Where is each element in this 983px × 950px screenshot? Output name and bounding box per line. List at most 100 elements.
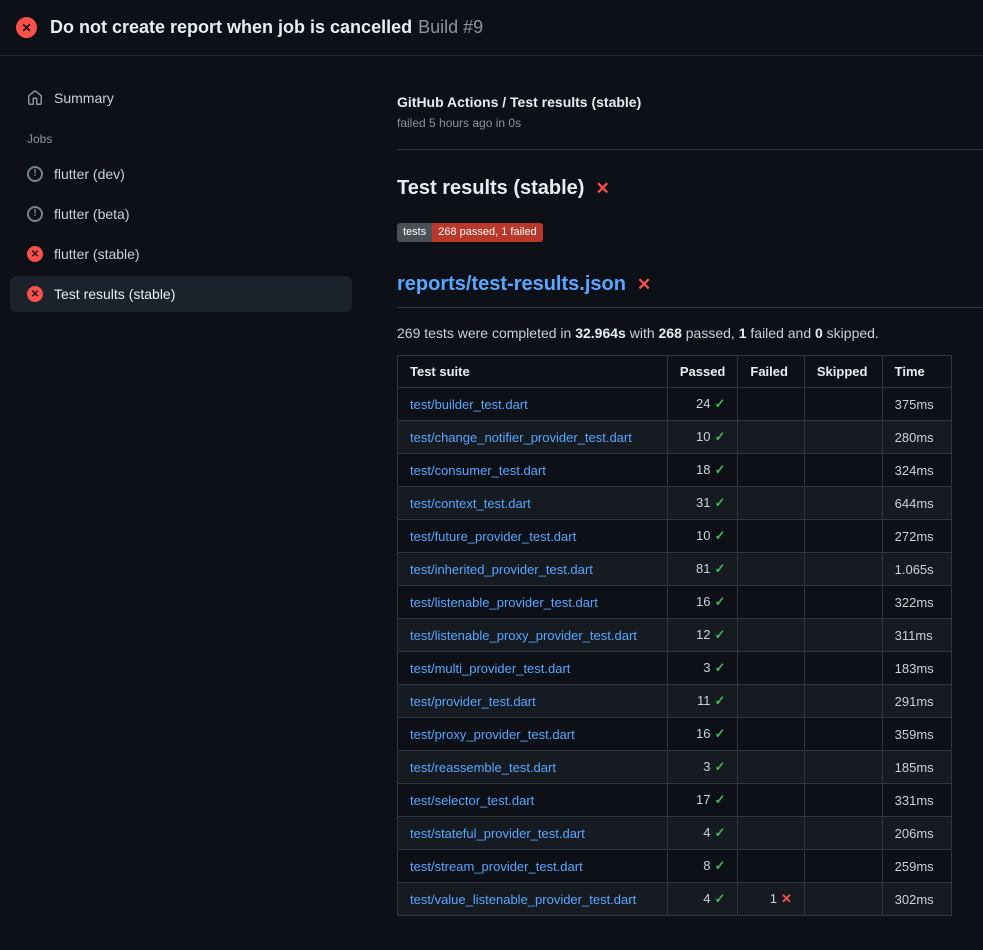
- table-row: test/context_test.dart31✓644ms: [398, 487, 952, 520]
- test-suite-link[interactable]: test/proxy_provider_test.dart: [410, 727, 575, 742]
- passed-value: 16: [696, 726, 710, 741]
- failed-cell: [738, 784, 805, 817]
- suite-cell: test/listenable_provider_test.dart: [398, 586, 668, 619]
- suite-cell: test/provider_test.dart: [398, 685, 668, 718]
- suite-cell: test/proxy_provider_test.dart: [398, 718, 668, 751]
- passed-cell: 18✓: [667, 454, 738, 487]
- col-header-passed: Passed: [667, 356, 738, 388]
- suite-cell: test/builder_test.dart: [398, 388, 668, 421]
- failed-cell: [738, 553, 805, 586]
- table-row: test/provider_test.dart 11✓ 291ms: [398, 685, 952, 718]
- job-label: flutter (dev): [54, 166, 125, 182]
- time-cell: 280ms: [882, 421, 951, 454]
- test-suite-link[interactable]: test/selector_test.dart: [410, 793, 534, 808]
- table-row: test/future_provider_test.dart10✓272ms: [398, 520, 952, 553]
- report-file-link[interactable]: reports/test-results.json: [397, 273, 626, 296]
- failed-icon: ✕: [27, 286, 43, 302]
- passed-value: 17: [696, 792, 710, 807]
- time-cell: 311ms: [882, 619, 951, 652]
- passed-value: 81: [696, 561, 710, 576]
- run-meta: failed 5 hours ago in 0s: [397, 116, 983, 130]
- test-suite-link[interactable]: test/stream_provider_test.dart: [410, 859, 583, 874]
- check-icon: ✓: [714, 825, 725, 840]
- failed-x-icon: ✕: [637, 275, 651, 295]
- skipped-cell: [804, 751, 882, 784]
- tests-badge: tests 268 passed, 1 failed: [397, 223, 543, 242]
- cross-icon: ✕: [781, 891, 792, 906]
- passed-cell: 11✓: [667, 685, 738, 718]
- test-suite-link[interactable]: test/stateful_provider_test.dart: [410, 826, 585, 841]
- sidebar-job-item[interactable]: !flutter (beta): [10, 196, 352, 232]
- table-header-row: Test suite Passed Failed Skipped Time: [398, 356, 952, 388]
- passed-cell: 3✓: [667, 652, 738, 685]
- summary-text: 269 tests were completed in 32.964s with…: [397, 325, 983, 341]
- failed-cell: [738, 718, 805, 751]
- test-suite-link[interactable]: test/listenable_proxy_provider_test.dart: [410, 628, 637, 643]
- test-suite-link[interactable]: test/consumer_test.dart: [410, 463, 546, 478]
- check-icon: ✓: [714, 726, 725, 741]
- sidebar-job-item[interactable]: ✕Test results (stable): [10, 276, 352, 312]
- passed-value: 3: [703, 660, 710, 675]
- failed-icon: ✕: [27, 246, 43, 262]
- skipped-cell: [804, 454, 882, 487]
- test-suite-link[interactable]: test/future_provider_test.dart: [410, 529, 576, 544]
- test-suite-link[interactable]: test/multi_provider_test.dart: [410, 661, 570, 676]
- failed-cell: 1✕: [738, 883, 805, 916]
- skipped-cell: [804, 619, 882, 652]
- suite-cell: test/inherited_provider_test.dart: [398, 553, 668, 586]
- skipped-cell: [804, 817, 882, 850]
- time-cell: 359ms: [882, 718, 951, 751]
- test-results-table: Test suite Passed Failed Skipped Time te…: [397, 355, 952, 916]
- table-row: test/listenable_proxy_provider_test.dart…: [398, 619, 952, 652]
- passed-cell: 81 ✓: [667, 553, 738, 586]
- failed-value: 1: [770, 891, 777, 906]
- test-suite-link[interactable]: test/listenable_provider_test.dart: [410, 595, 598, 610]
- passed-cell: 31✓: [667, 487, 738, 520]
- badge-label: tests: [397, 223, 432, 242]
- table-row: test/selector_test.dart 17 ✓ 331ms: [398, 784, 952, 817]
- test-suite-link[interactable]: test/reassemble_test.dart: [410, 760, 556, 775]
- passed-count: 268: [659, 325, 682, 341]
- skipped-count: 0: [815, 325, 823, 341]
- failed-cell: [738, 388, 805, 421]
- check-icon: ✓: [714, 561, 725, 576]
- check-icon: ✓: [714, 594, 725, 609]
- test-suite-link[interactable]: test/change_notifier_provider_test.dart: [410, 430, 632, 445]
- time-cell: 331ms: [882, 784, 951, 817]
- passed-value: 24: [696, 396, 710, 411]
- sidebar-job-item[interactable]: !flutter (dev): [10, 156, 352, 192]
- failed-cell: [738, 652, 805, 685]
- suite-cell: test/multi_provider_test.dart: [398, 652, 668, 685]
- summary-label: Summary: [54, 90, 114, 106]
- check-icon: ✓: [714, 495, 725, 510]
- test-suite-link[interactable]: test/builder_test.dart: [410, 397, 528, 412]
- check-icon: ✓: [714, 759, 725, 774]
- test-suite-link[interactable]: test/value_listenable_provider_test.dart: [410, 892, 636, 907]
- test-suite-link[interactable]: test/context_test.dart: [410, 496, 531, 511]
- neutral-status-icon: !: [27, 206, 43, 222]
- check-icon: ✓: [714, 528, 725, 543]
- time-cell: 291ms: [882, 685, 951, 718]
- table-row: test/change_notifier_provider_test.dart 1…: [398, 421, 952, 454]
- jobs-list: !flutter (dev)!flutter (beta)✕flutter (s…: [10, 156, 352, 312]
- test-suite-link[interactable]: test/provider_test.dart: [410, 694, 536, 709]
- passed-value: 10: [696, 429, 710, 444]
- table-row: test/multi_provider_test.dart3✓183ms: [398, 652, 952, 685]
- sidebar-item-summary[interactable]: Summary: [10, 80, 352, 116]
- skipped-cell: [804, 586, 882, 619]
- check-icon: ✓: [714, 858, 725, 873]
- sidebar-job-item[interactable]: ✕ flutter (stable): [10, 236, 352, 272]
- job-label: flutter (stable): [54, 246, 140, 262]
- check-icon: ✓: [714, 792, 725, 807]
- suite-cell: test/future_provider_test.dart: [398, 520, 668, 553]
- suite-cell: test/consumer_test.dart: [398, 454, 668, 487]
- table-row: test/inherited_provider_test.dart81✓1.06…: [398, 553, 952, 586]
- suite-cell: test/selector_test.dart: [398, 784, 668, 817]
- results-tbody: test/builder_test.dart24✓375mstest/chang…: [398, 388, 952, 916]
- col-header-failed: Failed: [738, 356, 805, 388]
- test-suite-link[interactable]: test/inherited_provider_test.dart: [410, 562, 593, 577]
- failed-status-icon: ✕: [16, 17, 37, 38]
- failed-cell: [738, 487, 805, 520]
- check-icon: ✓: [714, 891, 725, 906]
- table-row: test/stream_provider_test.dart8✓259ms: [398, 850, 952, 883]
